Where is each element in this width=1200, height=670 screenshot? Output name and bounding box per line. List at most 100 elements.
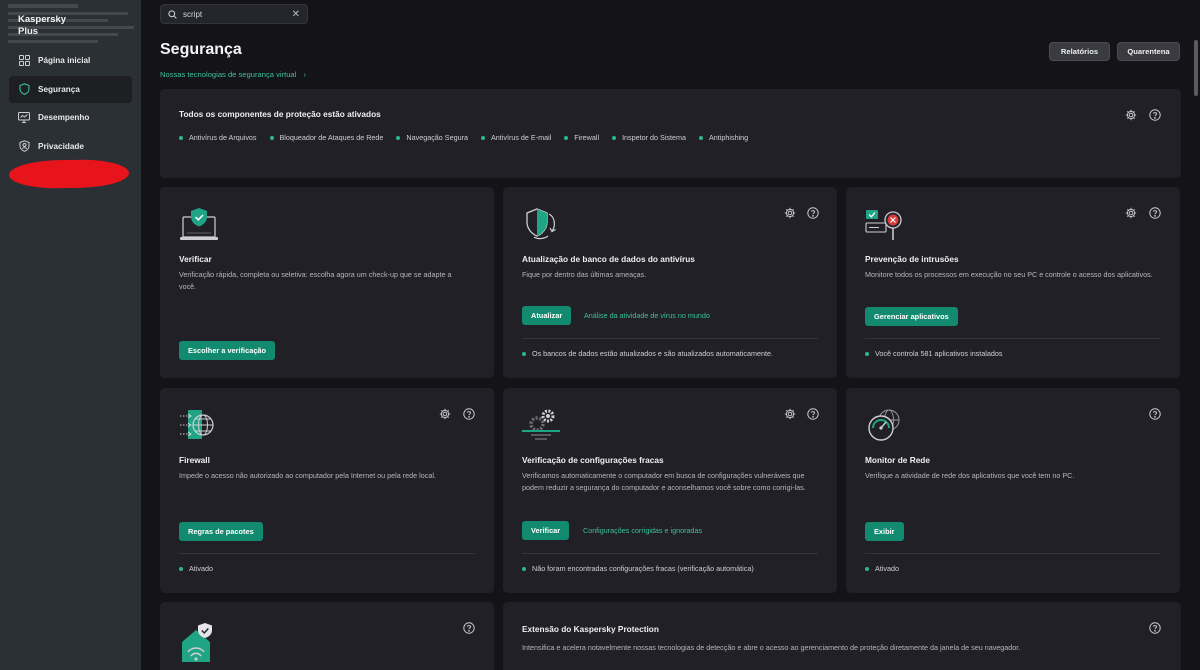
help-icon[interactable] — [463, 622, 475, 634]
settings-gear-icon[interactable] — [784, 408, 796, 420]
sidebar-nav: Página inicial Segurança Desempenho Priv… — [9, 47, 132, 161]
search-box[interactable]: script ✕ — [160, 4, 308, 24]
update-description: Fique por dentro das últimas ameaças. — [522, 270, 647, 279]
scrollbar[interactable] — [1194, 40, 1198, 96]
settings-gear-icon[interactable] — [439, 408, 451, 420]
performance-monitor-icon — [18, 112, 30, 124]
firewall-globe-icon — [180, 410, 214, 439]
sidebar-item-home[interactable]: Página inicial — [9, 47, 132, 74]
component-item: Firewall — [564, 133, 599, 142]
wifi-home-card — [160, 602, 494, 670]
weak-settings-status: Não foram encontradas configurações frac… — [522, 564, 754, 573]
reports-button[interactable]: Relatórios — [1049, 42, 1110, 61]
status-dot — [179, 566, 183, 571]
firewall-status-text: Ativado — [189, 564, 213, 573]
status-dot — [480, 135, 485, 140]
firewall-title: Firewall — [179, 455, 210, 465]
packet-rules-button[interactable]: Regras de pacotes — [179, 522, 263, 541]
laptop-shield-check-icon — [180, 208, 218, 240]
status-dot — [269, 135, 274, 140]
sidebar-item-security[interactable]: Segurança — [9, 75, 132, 103]
sidebar-item-label: Desempenho — [38, 113, 90, 122]
help-icon[interactable] — [1149, 408, 1161, 420]
shield-icon — [18, 83, 30, 95]
status-dot — [564, 135, 569, 140]
virus-activity-link[interactable]: Análise da atividade de vírus no mundo — [584, 311, 710, 320]
update-card: Atualização de banco de dados do antivír… — [503, 187, 837, 378]
help-icon[interactable] — [1149, 622, 1161, 634]
weak-settings-card: Verificação de configurações fracas Veri… — [503, 388, 837, 593]
network-monitor-status-text: Ativado — [875, 564, 899, 573]
weak-settings-title: Verificação de configurações fracas — [522, 455, 664, 465]
firewall-status: Ativado — [179, 564, 213, 573]
search-icon — [168, 9, 177, 19]
component-item: Inspetor do Sistema — [612, 133, 686, 142]
clear-search-icon[interactable]: ✕ — [292, 9, 300, 20]
privacy-user-icon — [18, 140, 30, 152]
intrusion-status: Você controla 581 aplicativos instalados — [865, 349, 1002, 358]
settings-gear-icon[interactable] — [784, 207, 796, 219]
status-dot — [699, 135, 703, 140]
component-label: Inspetor do Sistema — [622, 133, 686, 142]
help-icon[interactable] — [1149, 207, 1161, 219]
weak-settings-description: Verificamos automaticamente o computador… — [522, 471, 806, 492]
firewall-card: Firewall Impede o acesso não autorizado … — [160, 388, 494, 593]
card-divider — [522, 553, 818, 554]
extension-description: Intensifica e acelera notavelmente nossa… — [522, 643, 1021, 652]
main-content: script ✕ Segurança Nossas tecnologias de… — [141, 0, 1200, 670]
network-monitor-status: Ativado — [865, 564, 899, 573]
intrusion-prevention-icon — [865, 210, 902, 240]
status-dot — [865, 351, 869, 356]
home-grid-icon — [18, 55, 30, 67]
choose-scan-button[interactable]: Escolher a verificação — [179, 341, 276, 360]
intrusion-description: Monitore todos os processos em execução … — [865, 270, 1153, 279]
component-label: Antivírus de E-mail — [490, 133, 552, 142]
security-technologies-link[interactable]: Nossas tecnologias de segurança virtual … — [160, 70, 306, 79]
components-title: Todos os componentes de proteção estão a… — [179, 109, 381, 119]
weak-settings-status-text: Não foram encontradas configurações frac… — [532, 564, 754, 573]
component-item: Antivírus de Arquivos — [179, 133, 257, 142]
manage-apps-button[interactable]: Gerenciar aplicativos — [865, 307, 958, 326]
intrusion-status-text: Você controla 581 aplicativos instalados — [875, 349, 1003, 358]
help-icon[interactable] — [1149, 109, 1161, 121]
view-button[interactable]: Exibir — [865, 522, 904, 541]
component-item: Navegação Segura — [396, 133, 468, 142]
chevron-right-icon: › — [303, 70, 306, 79]
status-dot — [612, 135, 617, 140]
network-monitor-title: Monitor de Rede — [865, 455, 930, 465]
component-label: Firewall — [574, 133, 600, 142]
scan-card: Verificar Verificação rápida, completa o… — [160, 187, 494, 378]
page-title: Segurança — [160, 41, 242, 58]
sidebar-item-label: Privacidade — [38, 141, 84, 151]
settings-gear-icon[interactable] — [1125, 207, 1137, 219]
settings-gear-icon[interactable] — [1125, 109, 1137, 121]
help-icon[interactable] — [463, 408, 475, 420]
update-status-text: Os bancos de dados estão atualizados e s… — [532, 349, 773, 358]
fixed-ignored-settings-link[interactable]: Configurações corrigidas e ignoradas — [583, 526, 702, 535]
quarantine-button[interactable]: Quarentena — [1117, 42, 1180, 61]
intrusion-title: Prevenção de intrusões — [865, 254, 959, 264]
help-icon[interactable] — [807, 207, 819, 219]
protection-components-card: Todos os componentes de proteção estão a… — [160, 89, 1181, 178]
network-monitor-card: Monitor de Rede Verifique a atividade de… — [846, 388, 1180, 593]
sidebar-item-privacy[interactable]: Privacidade — [9, 133, 132, 160]
components-list: Antivírus de Arquivos Bloqueador de Ataq… — [179, 133, 761, 142]
firewall-description: Impede o acesso não autorizado ao comput… — [179, 471, 436, 480]
home-wifi-shield-icon — [182, 623, 212, 662]
sidebar: Kaspersky Plus Página inicial Segurança — [0, 0, 141, 670]
app-name-line1: Kaspersky — [18, 14, 67, 25]
update-title: Atualização de banco de dados do antivír… — [522, 254, 695, 264]
sidebar-item-performance[interactable]: Desempenho — [9, 104, 132, 131]
laptop-gears-icon — [522, 409, 560, 440]
verify-button[interactable]: Verificar — [522, 521, 570, 540]
status-dot — [522, 351, 526, 356]
card-divider — [865, 553, 1161, 554]
network-monitor-gauge-icon — [868, 409, 900, 441]
help-icon[interactable] — [807, 408, 819, 420]
update-button[interactable]: Atualizar — [522, 306, 572, 325]
component-label: Bloqueador de Ataques de Rede — [279, 133, 384, 142]
app-logo: Kaspersky Plus — [18, 14, 66, 38]
search-input[interactable]: script — [183, 10, 292, 19]
card-divider — [522, 338, 818, 339]
scan-title: Verificar — [179, 254, 212, 264]
